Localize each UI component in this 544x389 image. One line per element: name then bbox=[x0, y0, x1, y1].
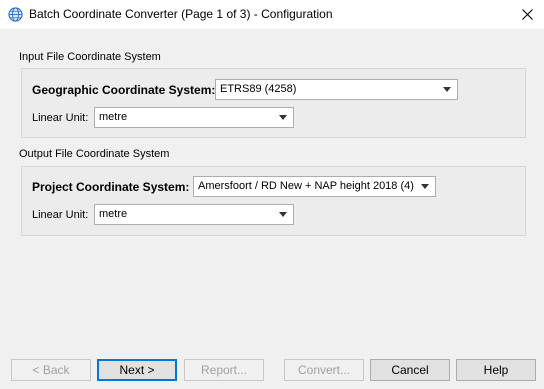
convert-button[interactable]: Convert... bbox=[284, 359, 364, 381]
next-button[interactable]: Next > bbox=[97, 359, 177, 381]
help-button[interactable]: Help bbox=[456, 359, 536, 381]
chevron-down-icon bbox=[279, 212, 287, 217]
input-system-select[interactable]: ETRS89 (4258) bbox=[215, 79, 458, 100]
input-system-label: Geographic Coordinate System: bbox=[32, 83, 216, 97]
input-coordinate-group: Geographic Coordinate System: ETRS89 (42… bbox=[21, 68, 526, 138]
input-system-value: ETRS89 (4258) bbox=[220, 83, 297, 95]
cancel-button[interactable]: Cancel bbox=[370, 359, 450, 381]
output-group-title: Output File Coordinate System bbox=[19, 148, 170, 160]
chevron-down-icon bbox=[421, 184, 429, 189]
chevron-down-icon bbox=[279, 115, 287, 120]
chevron-down-icon bbox=[443, 87, 451, 92]
output-system-label: Project Coordinate System: bbox=[32, 180, 190, 194]
output-system-select[interactable]: Amersfoort / RD New + NAP height 2018 (4… bbox=[193, 176, 436, 197]
output-unit-select[interactable]: metre bbox=[94, 204, 294, 225]
globe-icon bbox=[8, 7, 23, 22]
back-button[interactable]: < Back bbox=[11, 359, 91, 381]
input-unit-select[interactable]: metre bbox=[94, 107, 294, 128]
report-button[interactable]: Report... bbox=[184, 359, 264, 381]
title-bar: Batch Coordinate Converter (Page 1 of 3)… bbox=[0, 0, 544, 29]
close-icon bbox=[521, 9, 533, 20]
output-unit-value: metre bbox=[99, 208, 128, 220]
input-group-title: Input File Coordinate System bbox=[19, 51, 161, 63]
output-system-value: Amersfoort / RD New + NAP height 2018 (4… bbox=[198, 180, 414, 192]
close-button[interactable] bbox=[510, 0, 544, 29]
window-title: Batch Coordinate Converter (Page 1 of 3)… bbox=[29, 7, 333, 21]
input-unit-value: metre bbox=[99, 111, 128, 123]
output-unit-label: Linear Unit: bbox=[32, 209, 89, 221]
input-unit-label: Linear Unit: bbox=[32, 112, 89, 124]
output-coordinate-group: Project Coordinate System: Amersfoort / … bbox=[21, 166, 526, 236]
